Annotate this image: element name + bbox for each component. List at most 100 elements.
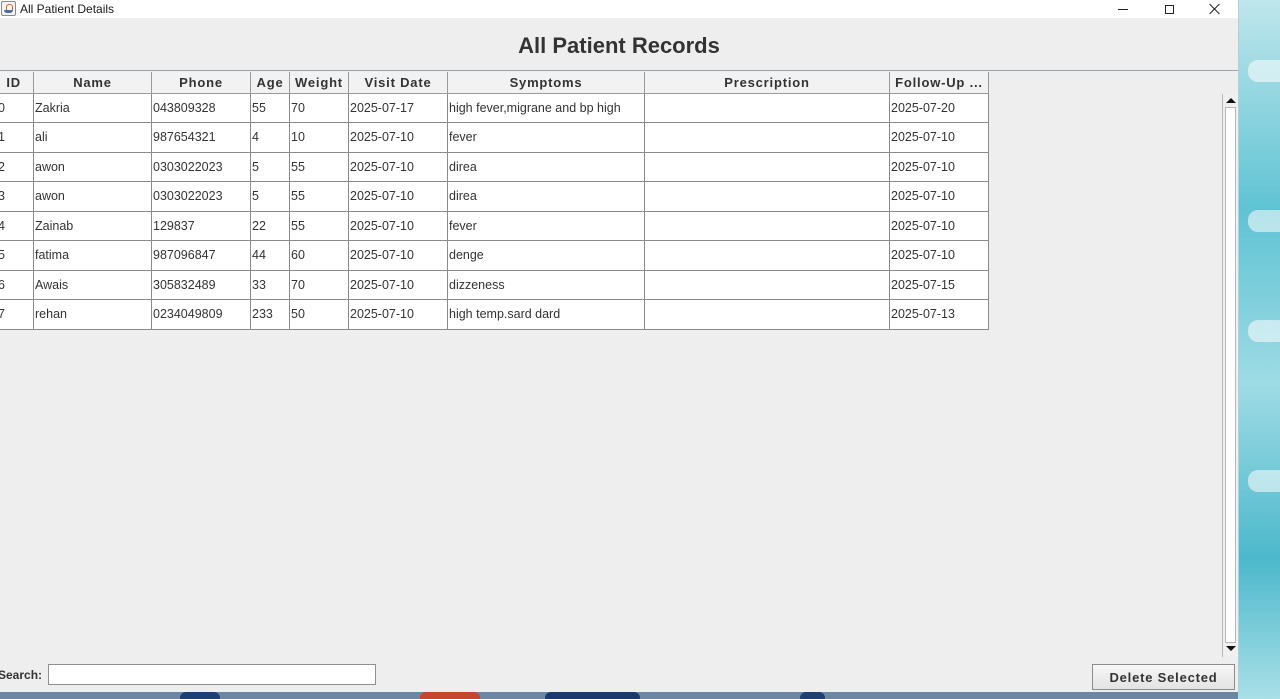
column-header-follow-up[interactable]: Follow-Up ... <box>889 72 989 94</box>
cell-name[interactable]: ali <box>33 122 152 153</box>
table-row[interactable]: 7 rehan 0234049809 233 50 2025-07-10 hig… <box>0 299 989 330</box>
table-row[interactable]: 2 awon 0303022023 5 55 2025-07-10 direa … <box>0 151 989 182</box>
cell-name[interactable]: Zainab <box>33 210 152 241</box>
cell-follow-up[interactable]: 2025-07-10 <box>889 240 989 271</box>
table-row[interactable]: 1 ali 987654321 4 10 2025-07-10 fever 20… <box>0 122 989 153</box>
cell-id[interactable]: 3 <box>0 181 34 212</box>
cell-phone[interactable]: 0303022023 <box>151 151 251 182</box>
table-row[interactable]: 3 awon 0303022023 5 55 2025-07-10 direa … <box>0 181 989 212</box>
vertical-scrollbar[interactable] <box>1222 94 1238 657</box>
cell-follow-up[interactable]: 2025-07-15 <box>889 269 989 300</box>
cell-weight[interactable]: 55 <box>289 151 349 182</box>
cell-follow-up[interactable]: 2025-07-10 <box>889 151 989 182</box>
cell-follow-up[interactable]: 2025-07-10 <box>889 122 989 153</box>
cell-weight[interactable]: 55 <box>289 210 349 241</box>
cell-symptoms[interactable]: fever <box>447 122 645 153</box>
column-header-prescription[interactable]: Prescription <box>644 72 890 94</box>
search-input[interactable] <box>48 664 376 685</box>
column-header-id[interactable]: ID <box>0 72 34 94</box>
cell-weight[interactable]: 50 <box>289 299 349 330</box>
scroll-up-arrow-icon[interactable] <box>1226 98 1236 103</box>
cell-visit-date[interactable]: 2025-07-17 <box>348 92 448 123</box>
table-row[interactable]: 4 Zainab 129837 22 55 2025-07-10 fever 2… <box>0 210 989 241</box>
column-header-name[interactable]: Name <box>33 72 152 94</box>
title-bar[interactable]: All Patient Details <box>0 0 1238 18</box>
cell-weight[interactable]: 60 <box>289 240 349 271</box>
cell-id[interactable]: 6 <box>0 269 34 300</box>
close-button[interactable] <box>1192 0 1238 18</box>
cell-phone[interactable]: 305832489 <box>151 269 251 300</box>
cell-id[interactable]: 2 <box>0 151 34 182</box>
cell-symptoms[interactable]: high temp.sard dard <box>447 299 645 330</box>
cell-follow-up[interactable]: 2025-07-13 <box>889 299 989 330</box>
cell-prescription[interactable] <box>644 240 890 271</box>
cell-id[interactable]: 10 <box>0 92 34 123</box>
cell-name[interactable]: Zakria <box>33 92 152 123</box>
cell-age[interactable]: 33 <box>250 269 290 300</box>
cell-follow-up[interactable]: 2025-07-20 <box>889 92 989 123</box>
cell-id[interactable]: 5 <box>0 240 34 271</box>
cell-weight[interactable]: 55 <box>289 181 349 212</box>
cell-age[interactable]: 233 <box>250 299 290 330</box>
cell-id[interactable]: 1 <box>0 122 34 153</box>
scrollbar-track[interactable] <box>1222 94 1238 657</box>
cell-name[interactable]: Awais <box>33 269 152 300</box>
cell-name[interactable]: awon <box>33 181 152 212</box>
cell-age[interactable]: 22 <box>250 210 290 241</box>
cell-weight[interactable]: 70 <box>289 92 349 123</box>
cell-name[interactable]: rehan <box>33 299 152 330</box>
cell-visit-date[interactable]: 2025-07-10 <box>348 181 448 212</box>
maximize-button[interactable] <box>1146 0 1192 18</box>
cell-phone[interactable]: 129837 <box>151 210 251 241</box>
cell-symptoms[interactable]: denge <box>447 240 645 271</box>
cell-weight[interactable]: 10 <box>289 122 349 153</box>
cell-age[interactable]: 5 <box>250 181 290 212</box>
cell-prescription[interactable] <box>644 92 890 123</box>
cell-prescription[interactable] <box>644 122 890 153</box>
table-row[interactable]: 6 Awais 305832489 33 70 2025-07-10 dizze… <box>0 269 989 300</box>
cell-prescription[interactable] <box>644 181 890 212</box>
cell-follow-up[interactable]: 2025-07-10 <box>889 210 989 241</box>
table-row[interactable]: 5 fatima 987096847 44 60 2025-07-10 deng… <box>0 240 989 271</box>
minimize-button[interactable] <box>1100 0 1146 18</box>
cell-visit-date[interactable]: 2025-07-10 <box>348 122 448 153</box>
cell-phone[interactable]: 987654321 <box>151 122 251 153</box>
column-header-age[interactable]: Age <box>250 72 290 94</box>
cell-prescription[interactable] <box>644 151 890 182</box>
column-header-phone[interactable]: Phone <box>151 72 251 94</box>
cell-phone[interactable]: 0303022023 <box>151 181 251 212</box>
cell-phone[interactable]: 0234049809 <box>151 299 251 330</box>
cell-age[interactable]: 5 <box>250 151 290 182</box>
cell-name[interactable]: fatima <box>33 240 152 271</box>
table-row[interactable]: 10 Zakria 043809328 55 70 2025-07-17 hig… <box>0 92 989 123</box>
cell-visit-date[interactable]: 2025-07-10 <box>348 151 448 182</box>
cell-visit-date[interactable]: 2025-07-10 <box>348 210 448 241</box>
cell-phone[interactable]: 043809328 <box>151 92 251 123</box>
cell-symptoms[interactable]: direa <box>447 181 645 212</box>
cell-prescription[interactable] <box>644 299 890 330</box>
cell-age[interactable]: 44 <box>250 240 290 271</box>
cell-id[interactable]: 7 <box>0 299 34 330</box>
cell-prescription[interactable] <box>644 269 890 300</box>
cell-visit-date[interactable]: 2025-07-10 <box>348 299 448 330</box>
cell-phone[interactable]: 987096847 <box>151 240 251 271</box>
cell-weight[interactable]: 70 <box>289 269 349 300</box>
column-header-weight[interactable]: Weight <box>289 72 349 94</box>
delete-selected-button[interactable]: Delete Selected <box>1092 664 1235 690</box>
cell-prescription[interactable] <box>644 210 890 241</box>
scrollbar-thumb[interactable] <box>1225 107 1236 643</box>
scroll-down-arrow-icon[interactable] <box>1226 646 1236 651</box>
cell-visit-date[interactable]: 2025-07-10 <box>348 240 448 271</box>
cell-symptoms[interactable]: dizzeness <box>447 269 645 300</box>
column-header-visit-date[interactable]: Visit Date <box>348 72 448 94</box>
cell-symptoms[interactable]: direa <box>447 151 645 182</box>
column-header-symptoms[interactable]: Symptoms <box>447 72 645 94</box>
cell-id[interactable]: 4 <box>0 210 34 241</box>
cell-name[interactable]: awon <box>33 151 152 182</box>
cell-age[interactable]: 55 <box>250 92 290 123</box>
cell-visit-date[interactable]: 2025-07-10 <box>348 269 448 300</box>
cell-age[interactable]: 4 <box>250 122 290 153</box>
cell-symptoms[interactable]: fever <box>447 210 645 241</box>
cell-follow-up[interactable]: 2025-07-10 <box>889 181 989 212</box>
cell-symptoms[interactable]: high fever,migrane and bp high <box>447 92 645 123</box>
